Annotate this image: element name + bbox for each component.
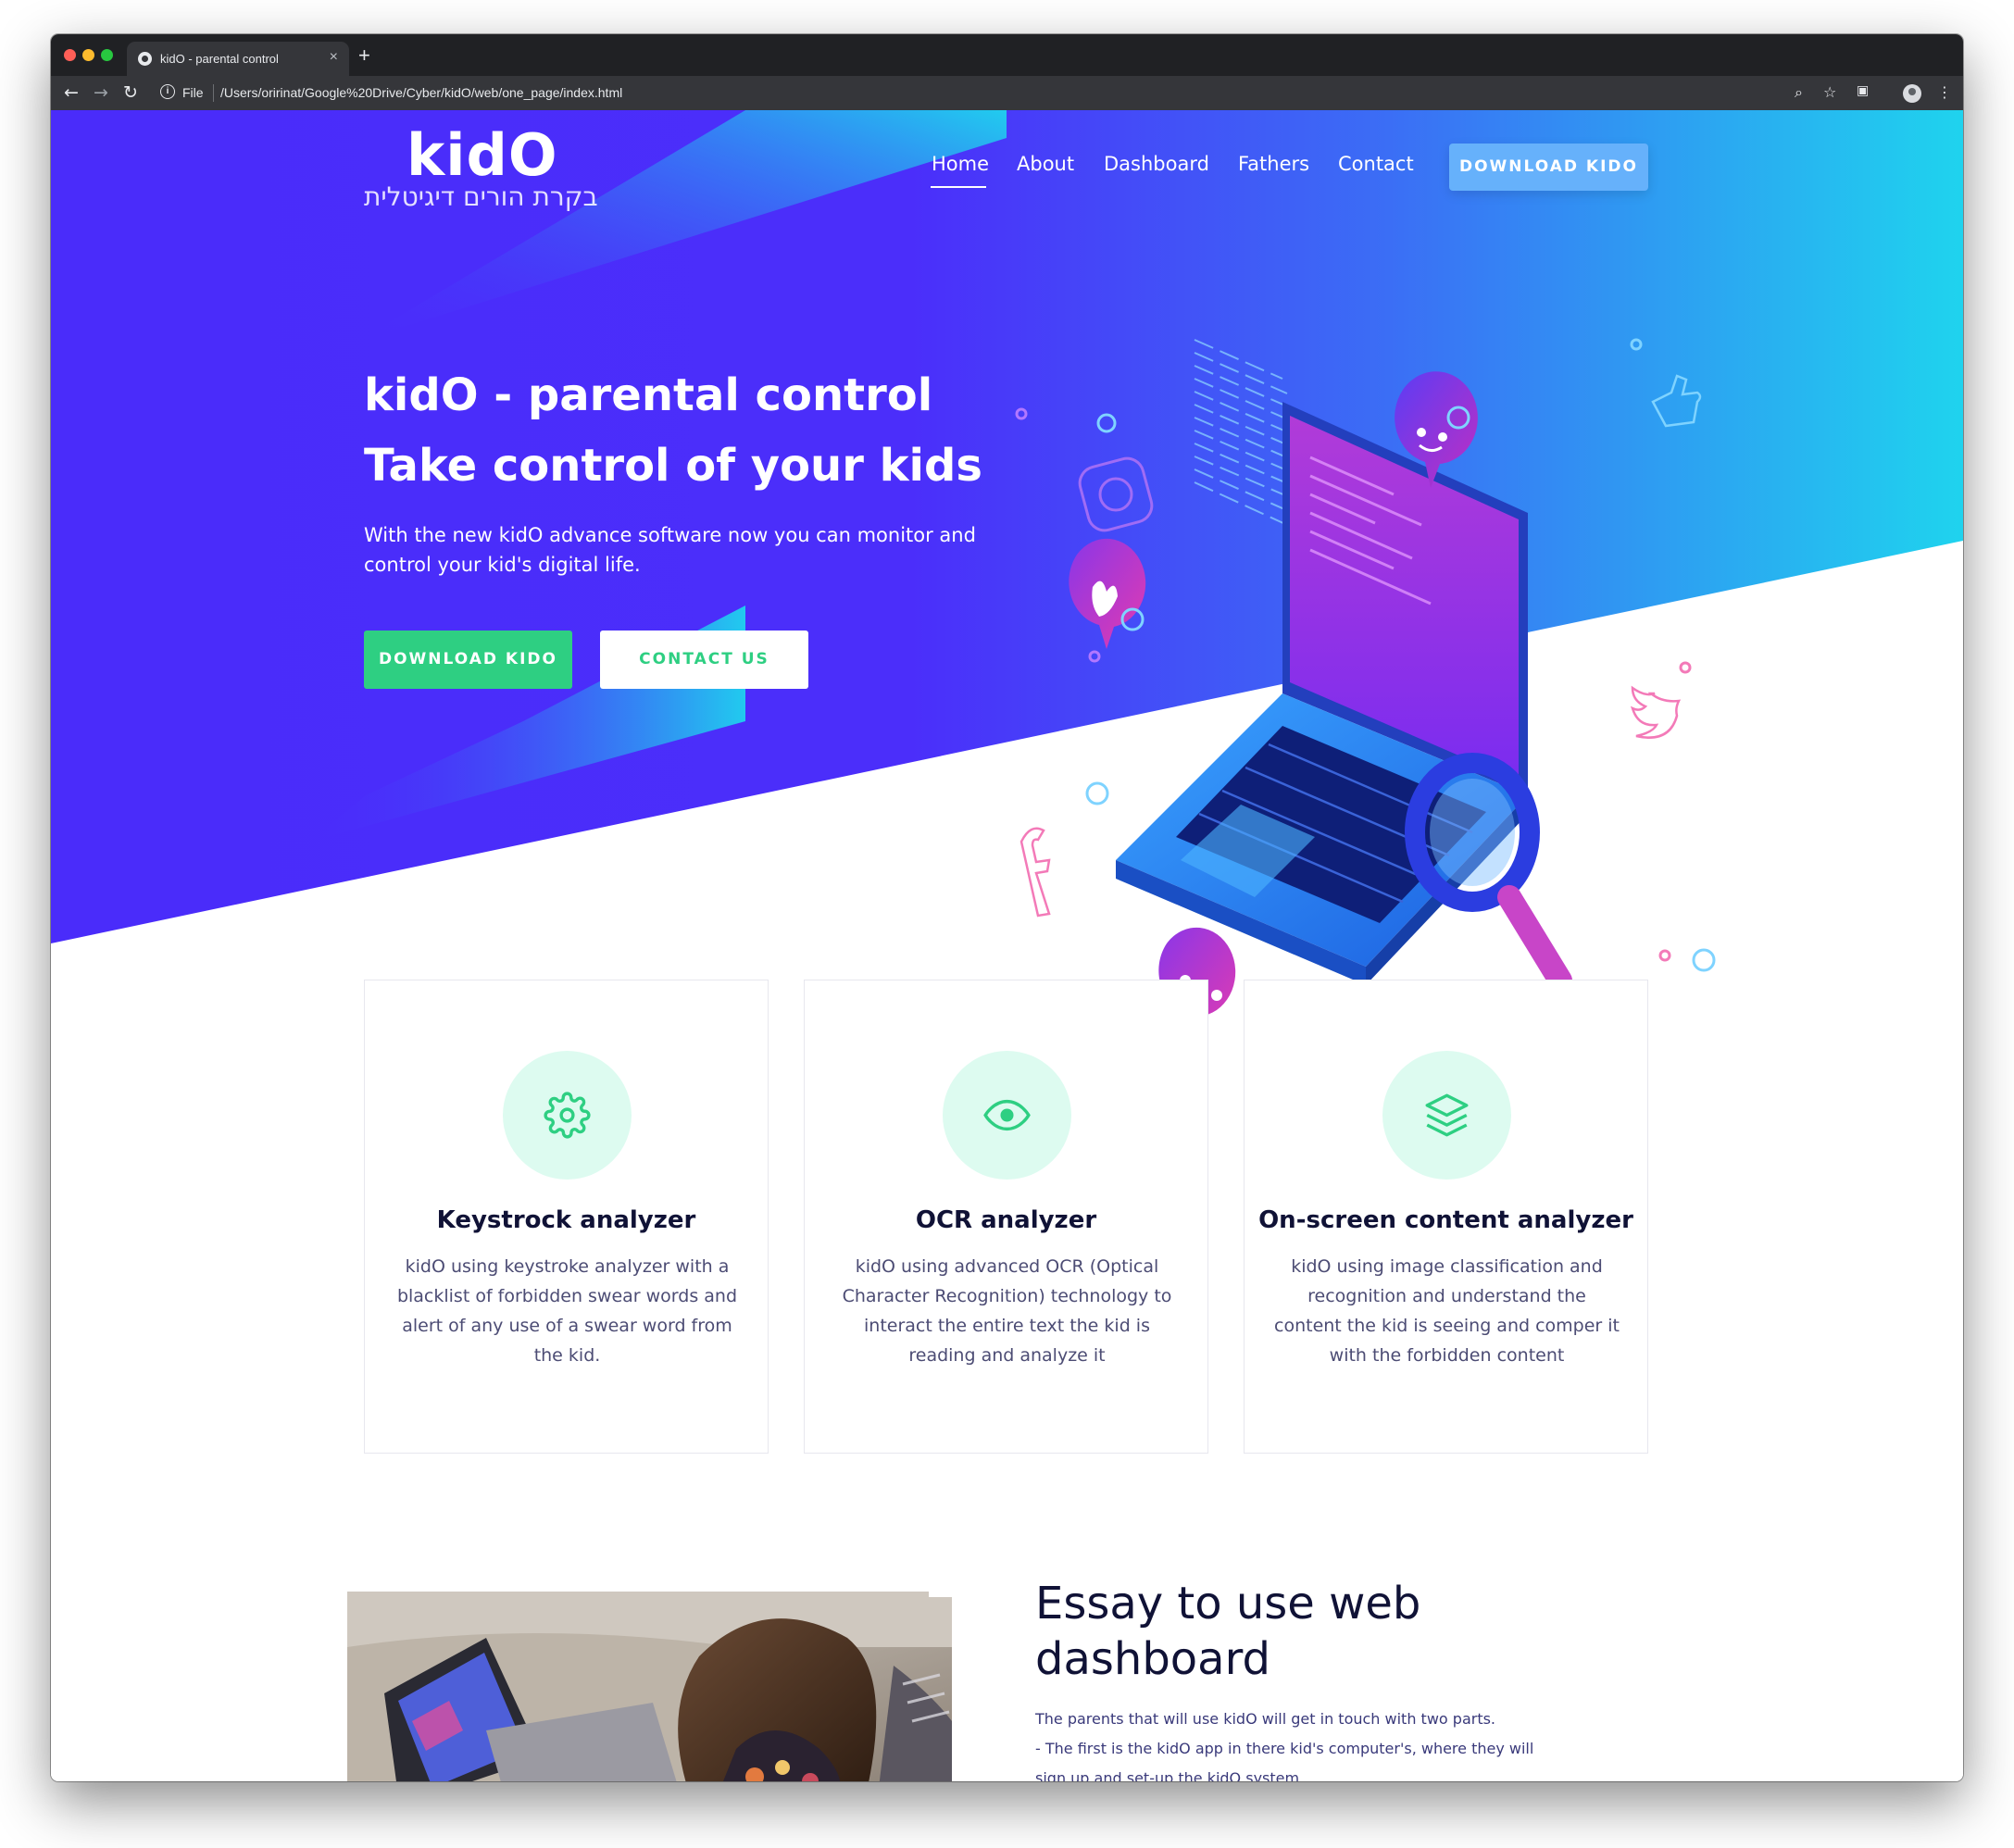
- browser-window: kidO - parental control × + ← → ↻ i File…: [51, 34, 1963, 1781]
- omnibox-divider: [213, 84, 214, 102]
- maximize-window-button[interactable]: [101, 49, 113, 61]
- essay-text: The parents that will use kidO will get …: [1035, 1704, 1554, 1781]
- feature-card-ocr: OCR analyzer kidO using advanced OCR (Op…: [804, 980, 1208, 1454]
- feature-icon-circle: [503, 1051, 632, 1180]
- essay-paragraph-line: sign up and set-up the kidO system.: [1035, 1769, 1305, 1781]
- essay-title-line-1: Essay to use web: [1035, 1578, 1421, 1629]
- hero-title-line-1: kidO - parental control: [364, 369, 933, 421]
- close-window-button[interactable]: [64, 49, 76, 61]
- reload-icon[interactable]: ↻: [123, 82, 138, 103]
- nav-home[interactable]: Home: [932, 153, 989, 175]
- feature-description: kidO using keystroke analyzer with a bla…: [396, 1256, 738, 1366]
- feature-card-keystroke: Keystrock analyzer kidO using keystroke …: [364, 980, 769, 1454]
- minimize-window-button[interactable]: [82, 49, 94, 61]
- url-scheme-label: File: [182, 85, 204, 100]
- essay-title-line-2: dashboard: [1035, 1633, 1270, 1685]
- nav-dashboard[interactable]: Dashboard: [1104, 153, 1209, 175]
- browser-menu-icon[interactable]: ⋮: [1937, 83, 1952, 101]
- profile-avatar[interactable]: [1903, 84, 1921, 103]
- feature-card-onscreen: On-screen content analyzer kidO using im…: [1244, 980, 1648, 1454]
- page-viewport: kidO בקרת הורים דיגיטלית Home About Dash…: [51, 110, 1963, 1781]
- browser-tab-bar: kidO - parental control × +: [51, 34, 1963, 76]
- feature-icon-circle: [943, 1051, 1071, 1180]
- tab-title: kidO - parental control: [160, 52, 279, 66]
- feature-title: OCR analyzer: [915, 1206, 1097, 1234]
- essay-paragraph-line: - The first is the kidO app in there kid…: [1035, 1740, 1534, 1757]
- nav-active-indicator: [931, 186, 986, 188]
- site-info-icon[interactable]: i: [160, 84, 175, 99]
- kid-with-laptop-image: [347, 1592, 952, 1781]
- eye-icon: [983, 1099, 1031, 1131]
- feature-icon-circle: [1382, 1051, 1511, 1180]
- brand-tagline: בקרת הורים דיגיטלית: [364, 181, 598, 212]
- hero-description: With the new kidO advance software now y…: [364, 524, 976, 576]
- back-arrow-icon[interactable]: ←: [64, 82, 79, 103]
- essay-paragraph-line: The parents that will use kidO will get …: [1035, 1710, 1496, 1728]
- hero-title-line-2: Take control of your kids: [364, 440, 982, 492]
- gear-icon: [544, 1092, 591, 1139]
- essay-title: Essay to use web dashboard: [1035, 1576, 1420, 1687]
- layers-icon: [1425, 1093, 1469, 1137]
- feature-title: On-screen content analyzer: [1258, 1206, 1633, 1234]
- browser-tab[interactable]: kidO - parental control ×: [127, 42, 349, 76]
- forward-arrow-icon[interactable]: →: [94, 82, 108, 103]
- tab-close-icon[interactable]: ×: [330, 49, 338, 66]
- download-kido-button[interactable]: DOWNLOAD KIDO: [364, 631, 572, 689]
- dashboard-photo: [347, 1592, 952, 1781]
- nav-download-button[interactable]: DOWNLOAD KIDO: [1449, 144, 1648, 191]
- bookmark-star-icon[interactable]: ☆: [1823, 83, 1836, 101]
- nav-fathers[interactable]: Fathers: [1238, 153, 1309, 175]
- new-tab-button[interactable]: +: [358, 44, 370, 68]
- brand-logo[interactable]: kidO: [407, 121, 558, 189]
- zoom-icon[interactable]: ⌕: [1795, 83, 1803, 102]
- globe-icon: [138, 52, 152, 66]
- nav-about[interactable]: About: [1017, 153, 1074, 175]
- feature-title: Keystrock analyzer: [436, 1206, 696, 1234]
- camera-extension-icon[interactable]: ▣: [1857, 83, 1869, 98]
- contact-us-button[interactable]: CONTACT US: [600, 631, 808, 689]
- address-bar[interactable]: /Users/oririnat/Google%20Drive/Cyber/kid…: [220, 85, 622, 100]
- feature-description: kidO using image classification and reco…: [1274, 1256, 1620, 1366]
- hero-title: kidO - parental control Take control of …: [364, 360, 982, 501]
- browser-toolbar: ← → ↻ i File /Users/oririnat/Google%20Dr…: [51, 76, 1963, 110]
- nav-contact[interactable]: Contact: [1338, 153, 1414, 175]
- laptop-illustration: [1015, 338, 1716, 1038]
- feature-description: kidO using advanced OCR (Optical Charact…: [842, 1256, 1172, 1366]
